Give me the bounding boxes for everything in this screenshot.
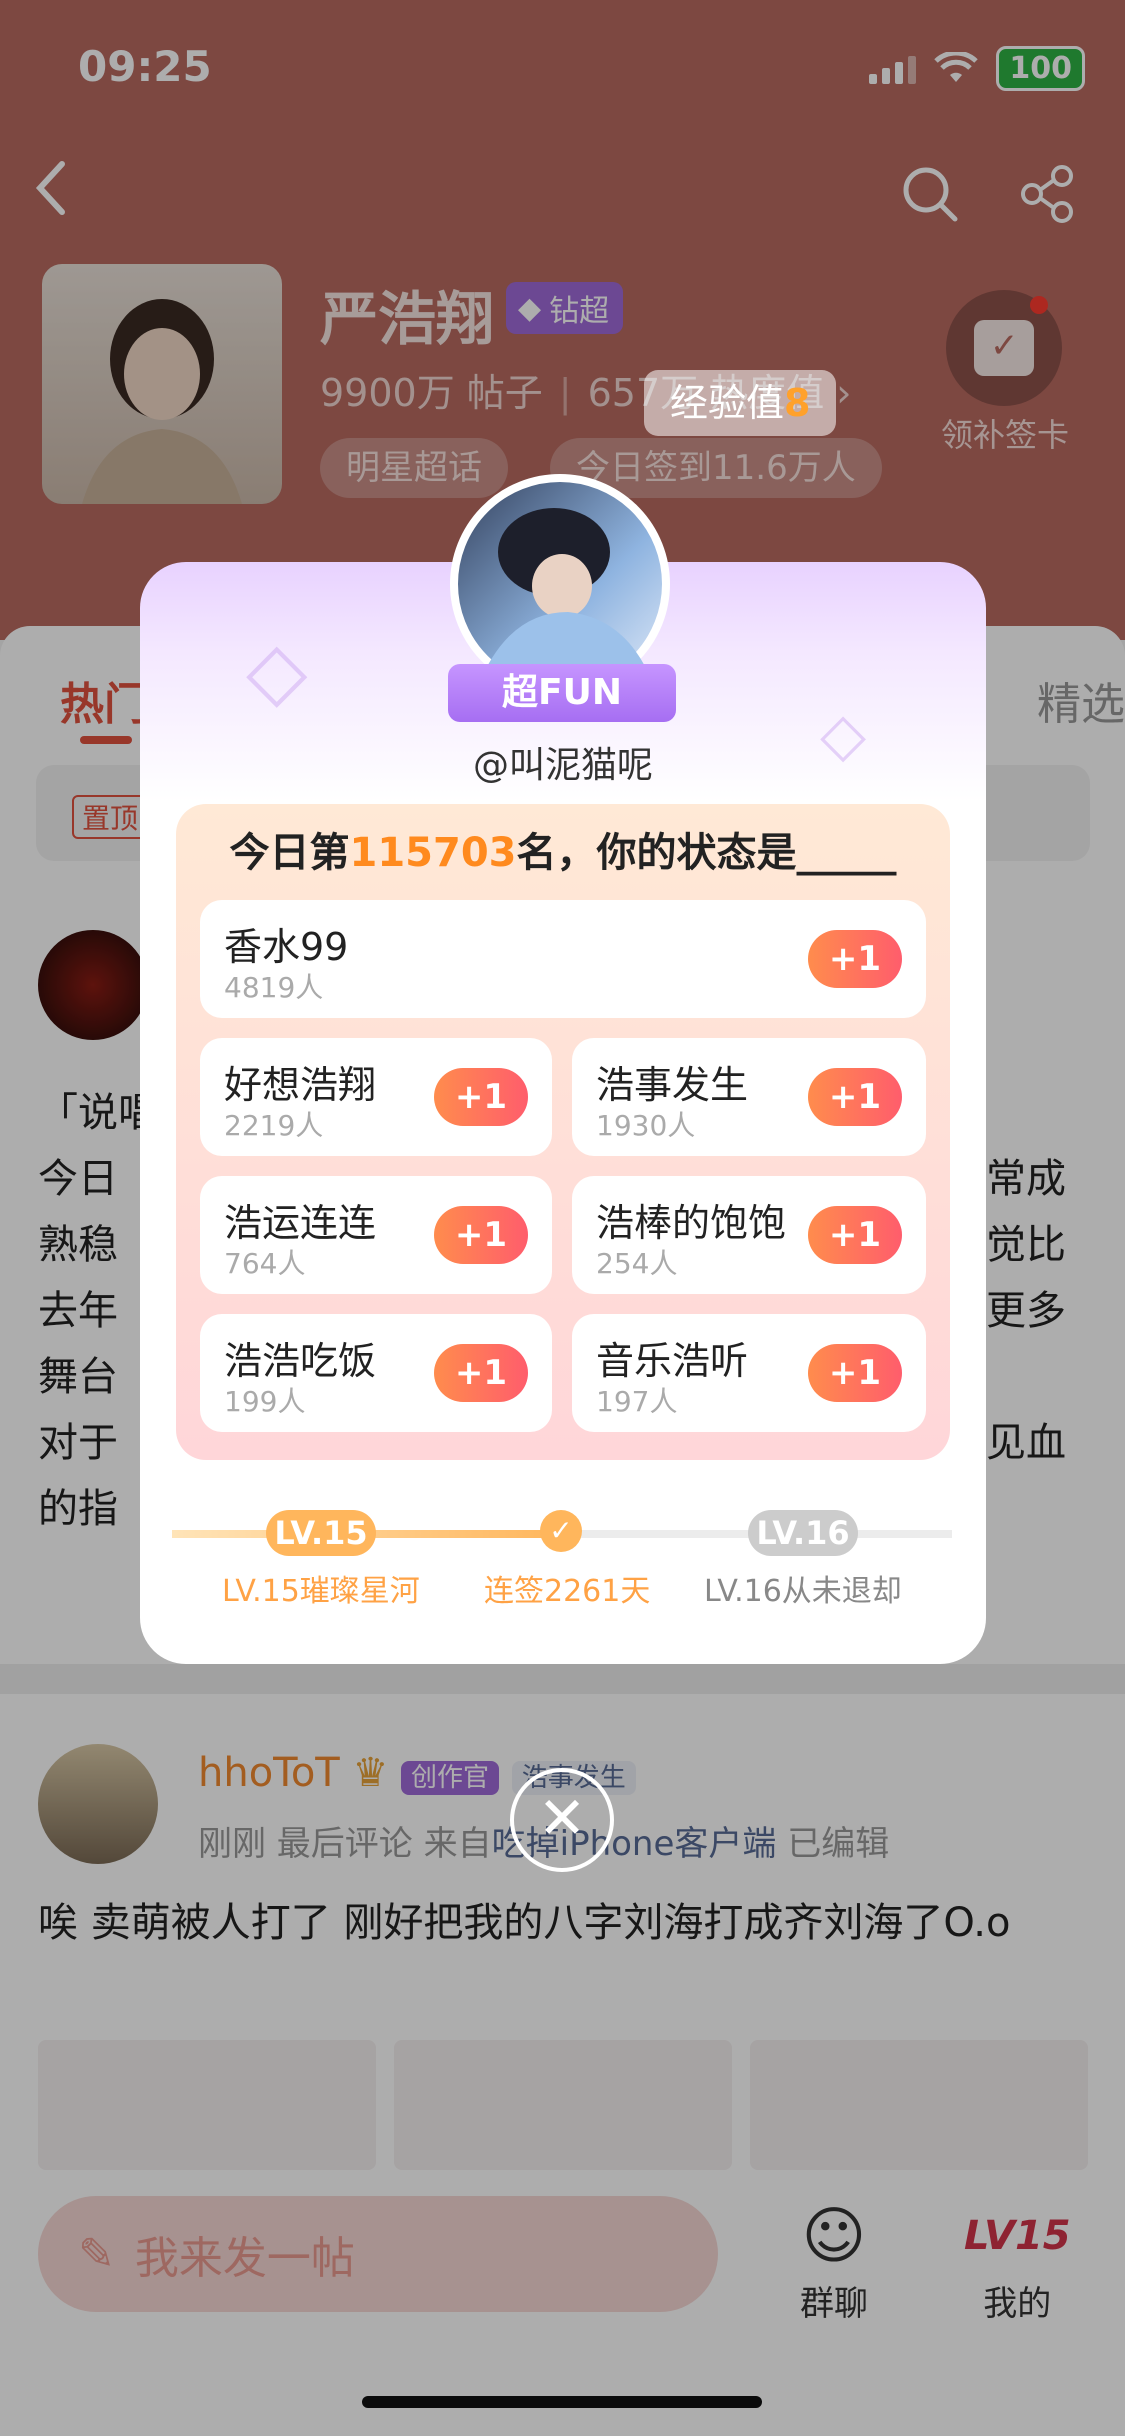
check-icon: ✓ [540,1510,582,1552]
level-current-label: LV.15璀璨星河 [222,1574,420,1609]
status-option[interactable]: 浩浩吃饭 199人 +1 [200,1314,552,1432]
status-option[interactable]: 香水99 4819人 +1 [200,900,926,1018]
plus-one-button[interactable]: +1 [808,930,902,988]
level-next-pill: LV.16 [748,1510,858,1556]
plus-one-button[interactable]: +1 [434,1206,528,1264]
streak-label: 连签2261天 [484,1574,651,1609]
status-option[interactable]: 浩运连连 764人 +1 [200,1176,552,1294]
status-option[interactable]: 浩事发生 1930人 +1 [572,1038,926,1156]
experience-toast: 经验值8 [644,370,837,436]
user-avatar [450,474,670,694]
level-next-label: LV.16从未退却 [704,1574,902,1609]
rank-line: 今日第115703名，你的状态是_____ [229,830,897,876]
plus-one-button[interactable]: +1 [434,1068,528,1126]
diamond-decoration-icon: ◇ [246,624,308,717]
plus-one-button[interactable]: +1 [808,1344,902,1402]
rank-number: 115703 [349,830,517,876]
status-option[interactable]: 音乐浩听 197人 +1 [572,1314,926,1432]
plus-one-button[interactable]: +1 [434,1344,528,1402]
super-fun-ribbon: 超FUN [448,664,676,722]
close-icon[interactable]: ✕ [510,1768,614,1872]
status-option[interactable]: 浩棒的饱饱 254人 +1 [572,1176,926,1294]
status-option[interactable]: 好想浩翔 2219人 +1 [200,1038,552,1156]
plus-one-button[interactable]: +1 [808,1068,902,1126]
level-current-pill: LV.15 [266,1510,376,1556]
username: @叫泥猫呢 [472,745,653,786]
plus-one-button[interactable]: +1 [808,1206,902,1264]
